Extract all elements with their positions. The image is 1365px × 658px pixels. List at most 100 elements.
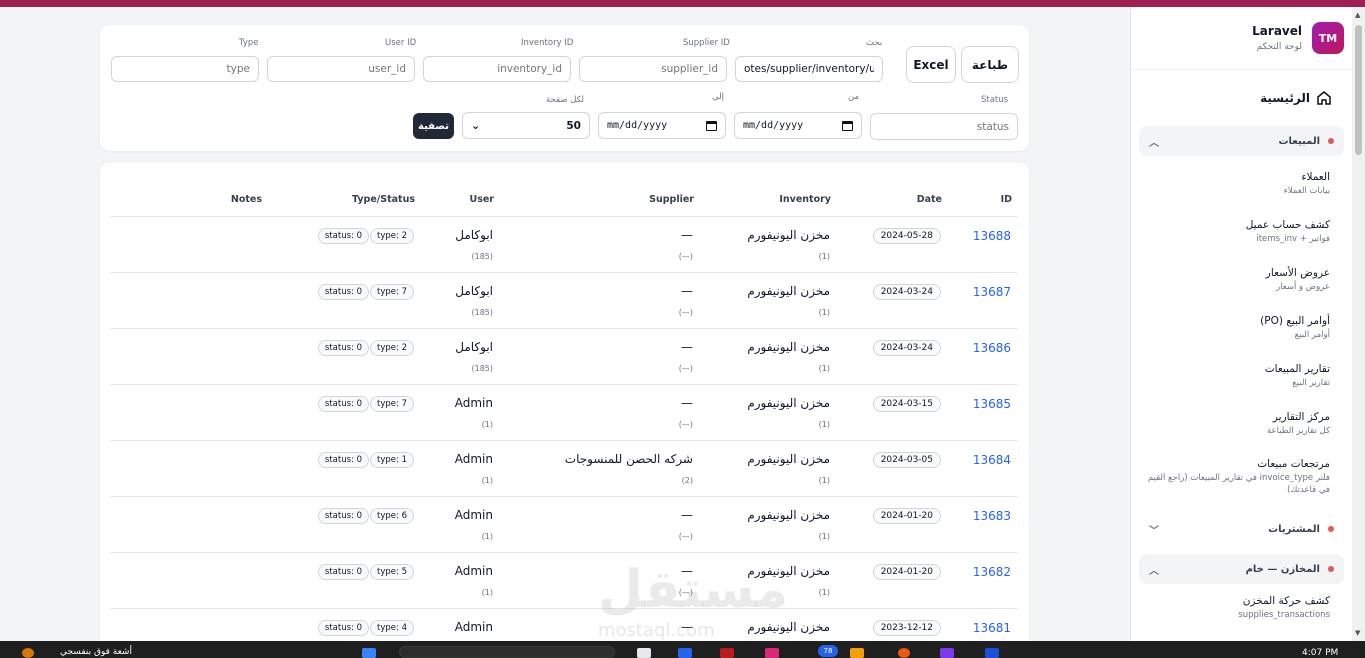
sidebar-item-customer-statement[interactable]: كشف حساب عميل فواتير + items_inv [1131, 208, 1352, 256]
nav-title: العملاء [1301, 170, 1330, 183]
supplier-id-input[interactable] [579, 56, 727, 82]
user-id-input[interactable] [267, 56, 415, 82]
row-supplier: — [681, 228, 693, 242]
sidebar-group-stores[interactable]: المخازن — خام ︿ [1139, 554, 1344, 584]
notification-badge[interactable]: 78 [818, 645, 838, 657]
scroll-down-icon[interactable]: ▼ [1355, 629, 1360, 637]
table-row[interactable]: 13686 2024-03-24 مخزن اليونيفورم (1) — (—) ابو… [110, 328, 1018, 384]
group-label: المخازن — خام [1245, 563, 1320, 575]
row-supplier-id: (—) [678, 420, 693, 429]
row-supplier: — [681, 508, 693, 522]
calendar-icon[interactable] [842, 120, 853, 131]
row-status-badge: status: 0 [317, 396, 369, 412]
row-id-link[interactable]: 13687 [973, 285, 1011, 299]
header-inventory: Inventory [779, 194, 831, 205]
from-date-value: mm/dd/yyyy [743, 120, 804, 131]
row-type-badge: type: 7 [370, 284, 414, 300]
weather-icon[interactable] [22, 648, 34, 658]
row-id-link[interactable]: 13684 [973, 453, 1011, 467]
sidebar-group-sales[interactable]: المبيعات ︿ [1139, 126, 1344, 156]
inventory-id-input[interactable] [423, 56, 571, 82]
row-inventory-id: (1) [818, 476, 830, 485]
sidebar-item-sales-orders[interactable]: أوامر البيع (PO) أوامر البيع [1131, 304, 1352, 352]
row-id-link[interactable]: 13685 [973, 397, 1011, 411]
table-row[interactable]: 13684 2024-03-05 مخزن اليونيفورم (1) شركه ال… [110, 440, 1018, 496]
os-taskbar: أشعة فوق بنفسجي 78 4:07 PM [0, 641, 1365, 658]
sidebar: TM Laravel لوحة التحكم الرئيسية المبيعات… [1130, 7, 1352, 641]
scroll-up-icon[interactable]: ▲ [1355, 11, 1360, 19]
sidebar-item-sales-returns[interactable]: مرتجعات مبيعات فلتر invoice_type في تقار… [1131, 448, 1352, 506]
taskbar-search[interactable] [399, 646, 615, 658]
windows-start-icon[interactable] [362, 648, 376, 658]
taskbar-app-icon[interactable] [637, 648, 651, 658]
taskbar-app-icon[interactable] [940, 648, 954, 658]
row-user-id: (1) [481, 532, 493, 541]
row-inventory: مخزن اليونيفورم [747, 620, 830, 634]
row-supplier-id: (—) [678, 308, 693, 317]
row-user-id: (1) [481, 420, 493, 429]
filter-button[interactable]: تصفية [413, 113, 454, 139]
calendar-icon[interactable] [706, 120, 717, 131]
sidebar-item-store-movement[interactable]: كشف حركة المخزن supplies_transactions [1131, 584, 1352, 632]
group-dot-icon [1328, 566, 1334, 572]
home-icon [1317, 91, 1331, 105]
sidebar-item-quotations[interactable]: عروض الأسعار عروض و أسعار [1131, 256, 1352, 304]
type-input[interactable] [111, 56, 259, 82]
row-date-badge: 2024-05-28 [872, 228, 941, 244]
nav-title: أوامر البيع (PO) [1260, 314, 1330, 327]
nav-subtitle: بيانات العملاء [1283, 185, 1330, 196]
row-date-badge: 2024-01-20 [872, 508, 941, 524]
table-row[interactable]: 13688 2024-05-28 مخزن اليونيفورم (1) — (—) ابو… [110, 216, 1018, 272]
row-status-badge: status: 0 [317, 508, 369, 524]
row-user-id: (1) [481, 588, 493, 597]
row-supplier: — [681, 284, 693, 298]
row-id-link[interactable]: 13682 [973, 565, 1011, 579]
sidebar-item-reports-center[interactable]: مركز التقارير كل تقارير الطباعة [1131, 400, 1352, 448]
sidebar-item-home[interactable]: الرئيسية [1131, 70, 1352, 126]
row-inventory-id: (1) [818, 308, 830, 317]
table-row[interactable]: 13685 2024-03-15 مخزن اليونيفورم (1) — (—) Adm… [110, 384, 1018, 440]
nav-title: عروض الأسعار [1265, 266, 1330, 279]
from-date-input[interactable]: mm/dd/yyyy [734, 112, 862, 139]
row-inventory-id: (1) [818, 364, 830, 373]
top-accent-bar [0, 0, 1365, 7]
sidebar-item-sales-reports[interactable]: تقارير المبيعات تقارير البيع [1131, 352, 1352, 400]
per-page-select[interactable]: ⌄ 50 [462, 112, 590, 139]
taskbar-app-icon[interactable] [985, 648, 999, 658]
scrollbar[interactable]: ▲ ▼ [1352, 7, 1365, 641]
excel-button[interactable]: Excel [906, 46, 956, 83]
row-id-link[interactable]: 13683 [973, 509, 1011, 523]
search-input[interactable] [735, 56, 883, 82]
to-date-input[interactable]: mm/dd/yyyy [598, 112, 726, 139]
taskbar-app-icon[interactable] [765, 648, 779, 658]
row-id-link[interactable]: 13681 [973, 621, 1011, 635]
print-button[interactable]: طباعة [961, 46, 1019, 83]
taskbar-app-icon[interactable] [720, 648, 734, 658]
row-supplier: — [681, 396, 693, 410]
table-row[interactable]: 13683 2024-01-20 مخزن اليونيفورم (1) — (—) Adm… [110, 496, 1018, 552]
watermark-logo: مستقل [598, 560, 789, 620]
nav-subtitle: فواتير + items_inv [1256, 233, 1330, 244]
to-date-value: mm/dd/yyyy [607, 120, 668, 131]
nav-subtitle: تقارير البيع [1292, 377, 1330, 388]
chevron-down-icon: ﹀ [1149, 525, 1159, 537]
table-row[interactable]: 13687 2024-03-24 مخزن اليونيفورم (1) — (—) ابو… [110, 272, 1018, 328]
nav-title: كشف حركة المخزن [1242, 594, 1330, 607]
header-id: ID [1000, 194, 1012, 205]
row-user: Admin [454, 452, 493, 466]
sidebar-group-purchases[interactable]: المشتريات ﹀ [1139, 514, 1344, 544]
user-id-label: User ID [385, 38, 417, 48]
status-input[interactable] [870, 113, 1018, 140]
sidebar-item-customers[interactable]: العملاء بيانات العملاء [1131, 160, 1352, 208]
folder-icon[interactable] [850, 648, 864, 658]
taskbar-app-icon[interactable] [678, 648, 692, 658]
from-label: من [848, 92, 860, 102]
row-type-badge: type: 1 [370, 452, 414, 468]
table-row[interactable]: 13682 2024-01-20 مخزن اليونيفورم (1) — (—) Adm… [110, 552, 1018, 608]
row-id-link[interactable]: 13688 [973, 229, 1011, 243]
header-date: Date [916, 194, 942, 205]
row-user: Admin [454, 620, 493, 634]
scrollbar-thumb[interactable] [1355, 25, 1362, 155]
taskbar-app-icon[interactable] [898, 648, 910, 658]
row-id-link[interactable]: 13686 [973, 341, 1011, 355]
